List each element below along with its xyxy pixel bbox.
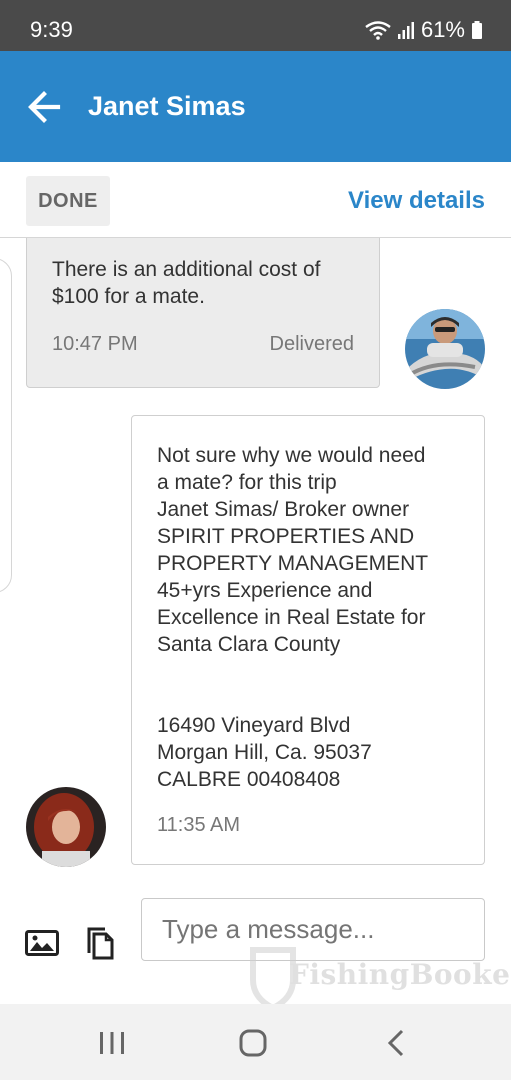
- side-panel-edge: [0, 258, 12, 593]
- message-text: There is an additional cost of $100 for …: [52, 258, 321, 308]
- user-photo: [26, 787, 106, 867]
- done-button[interactable]: DONE: [26, 176, 110, 226]
- message-time: 11:35 AM: [157, 814, 241, 836]
- android-nav-bar: [0, 1004, 511, 1080]
- message-status: Delivered: [269, 333, 354, 355]
- recent-apps-button[interactable]: [92, 1026, 132, 1060]
- battery-percentage: 61%: [420, 17, 465, 42]
- status-time: 9:39: [30, 17, 73, 42]
- chevron-left-icon: [387, 1029, 404, 1057]
- battery-icon: [472, 21, 482, 39]
- captain-photo: [405, 309, 485, 389]
- back-button[interactable]: [22, 87, 68, 127]
- attach-image-button[interactable]: [25, 930, 59, 961]
- templates-button[interactable]: [84, 926, 116, 965]
- user-avatar[interactable]: [26, 787, 106, 867]
- recents-icon: [100, 1032, 124, 1054]
- copy-icon: [87, 927, 114, 960]
- outgoing-message-bubble: Not sure why we would need a mate? for t…: [131, 415, 485, 865]
- view-details-link[interactable]: View details: [348, 187, 485, 215]
- conversation-title: Janet Simas: [88, 91, 246, 121]
- image-icon: [25, 930, 59, 956]
- back-nav-button[interactable]: [376, 1026, 416, 1060]
- message-composer: [0, 898, 511, 1004]
- arrow-left-icon: [28, 91, 61, 123]
- status-icons: 61%: [365, 17, 483, 43]
- message-text: Not sure why we would need a mate? for t…: [157, 444, 429, 791]
- signal-icon: [397, 22, 414, 39]
- app-bar: Janet Simas: [0, 51, 511, 162]
- captain-avatar[interactable]: [405, 309, 485, 389]
- home-button[interactable]: [233, 1026, 273, 1060]
- home-icon: [239, 1029, 267, 1057]
- message-time: 10:47 PM: [52, 333, 138, 355]
- message-list[interactable]: There is an additional cost of $100 for …: [0, 238, 511, 898]
- wifi-icon: [365, 21, 391, 40]
- message-input[interactable]: [141, 898, 485, 961]
- chat-toolbar: DONE View details: [0, 162, 511, 238]
- incoming-message-bubble: There is an additional cost of $100 for …: [26, 238, 380, 388]
- status-bar: 9:39 61%: [0, 0, 511, 51]
